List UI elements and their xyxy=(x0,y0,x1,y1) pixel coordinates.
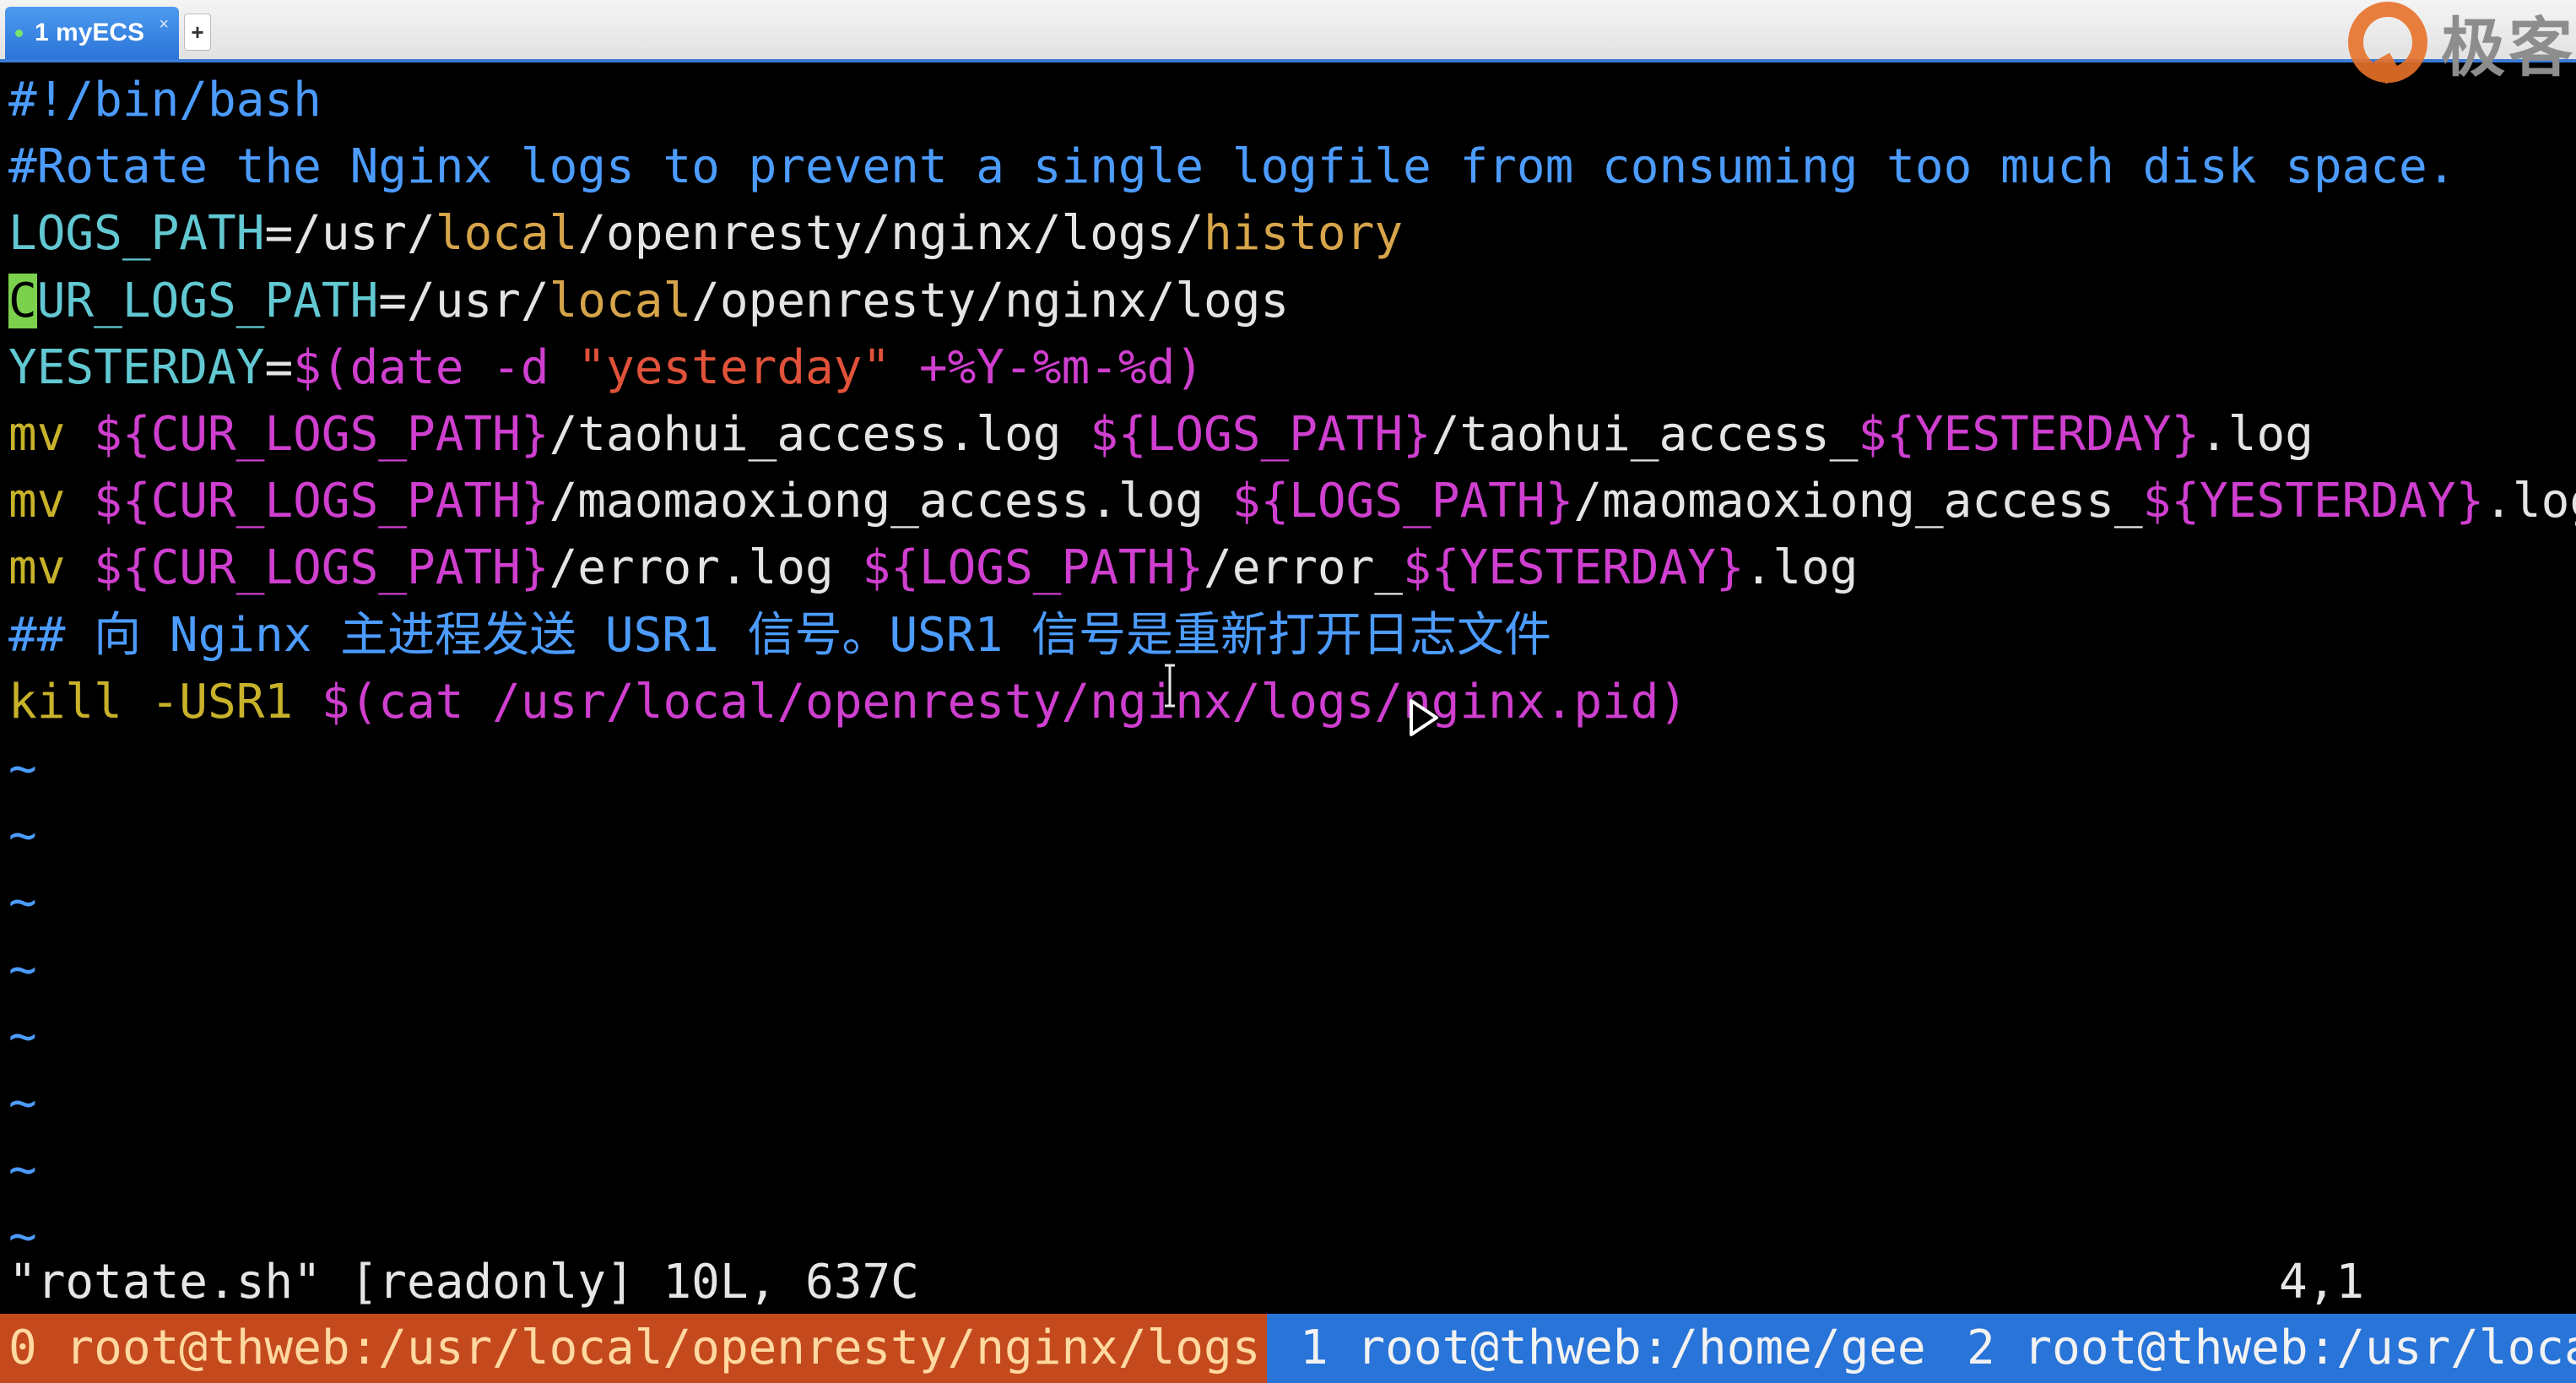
code-token: UR_LOGS_PATH xyxy=(36,273,379,328)
tab-bar: 1 myECS × + xyxy=(0,0,2576,62)
code-token: $(date -d xyxy=(293,339,578,395)
code-token: /error.log xyxy=(549,540,863,596)
code-token: =/usr/ xyxy=(264,206,436,262)
code-token: ${CUR_LOGS_PATH} xyxy=(94,407,549,462)
code-line: #!/bin/bash xyxy=(8,68,322,133)
code-token: ${LOGS_PATH} xyxy=(1231,474,1574,529)
code-token: LOGS_PATH xyxy=(8,206,265,262)
code-token: YESTERDAY xyxy=(8,339,265,395)
empty-line-marker: ~ xyxy=(8,741,37,796)
code-token: ${LOGS_PATH} xyxy=(862,540,1204,596)
code-line: LOGS_PATH=/usr/local/openresty/nginx/log… xyxy=(8,201,1403,266)
text-cursor-icon xyxy=(1165,664,1175,708)
code-line: mv ${CUR_LOGS_PATH}/maomaoxiong_access.l… xyxy=(8,469,2576,534)
code-token: kill -USR1 xyxy=(8,674,322,729)
tmux-status-bar: 0 root@thweb:/usr/local/openresty/nginx/… xyxy=(0,1314,2576,1383)
cursor-position: 4,1 xyxy=(2279,1255,2365,1310)
code-token: ${CUR_LOGS_PATH} xyxy=(94,474,549,529)
code-token: #!/bin/bash xyxy=(8,73,322,127)
code-line: CUR_LOGS_PATH=/usr/local/openresty/nginx… xyxy=(8,268,1289,334)
code-token: "yesterday" xyxy=(577,339,891,395)
code-token: mv xyxy=(8,474,95,529)
vim-command-line: "rotate.sh" [readonly] 10L, 637C xyxy=(8,1255,919,1310)
code-token: ${YESTERDAY} xyxy=(1403,540,1745,596)
code-token: ${CUR_LOGS_PATH} xyxy=(94,540,549,596)
connected-status-icon xyxy=(15,29,23,37)
code-token: ${LOGS_PATH} xyxy=(1090,407,1431,462)
code-token: .log xyxy=(1744,540,1859,596)
code-line: #Rotate the Nginx logs to prevent a sing… xyxy=(8,134,2455,199)
code-token: = xyxy=(264,339,294,395)
code-token: /taohui_access_ xyxy=(1431,407,1859,462)
code-token: /taohui_access.log xyxy=(549,407,1090,462)
code-token: history xyxy=(1204,206,1404,262)
tmux-window-1[interactable]: 1 root@thweb:/home/gee xyxy=(1300,1314,1926,1383)
code-token: /maomaoxiong_access_ xyxy=(1573,474,2143,529)
code-token: ${YESTERDAY} xyxy=(2142,474,2485,529)
code-token: local xyxy=(435,206,578,262)
code-token: ## 向 Nginx 主进程发送 USR1 信号。USR1 信号是重新打开日志文… xyxy=(8,607,1552,663)
empty-line-marker: ~ xyxy=(8,1142,37,1198)
empty-line-marker: ~ xyxy=(8,941,37,997)
code-line: ## 向 Nginx 主进程发送 USR1 信号。USR1 信号是重新打开日志文… xyxy=(8,603,1551,668)
new-tab-button[interactable]: + xyxy=(184,14,211,51)
close-tab-icon[interactable]: × xyxy=(159,15,169,35)
session-tab[interactable]: 1 myECS × xyxy=(5,7,179,59)
code-token: .log xyxy=(2484,474,2576,529)
code-token: local xyxy=(549,273,692,328)
code-token: =/usr/ xyxy=(378,273,549,328)
code-token: ${YESTERDAY} xyxy=(1858,407,2200,462)
empty-line-marker: ~ xyxy=(8,1076,37,1131)
tmux-window-0[interactable]: 0 root@thweb:/usr/local/openresty/nginx/… xyxy=(0,1314,1268,1383)
empty-line-marker: ~ xyxy=(8,1008,37,1064)
empty-line-marker: ~ xyxy=(8,875,37,930)
code-line: mv ${CUR_LOGS_PATH}/taohui_access.log ${… xyxy=(8,402,2314,467)
code-token: $(cat /usr/local/openresty/nginx/logs/ng… xyxy=(321,674,1688,729)
code-line: mv ${CUR_LOGS_PATH}/error.log ${LOGS_PAT… xyxy=(8,535,1859,600)
mouse-pointer-icon xyxy=(1410,699,1438,736)
code-token: #Rotate the Nginx logs to prevent a sing… xyxy=(8,139,2456,195)
code-token: /openresty/nginx/logs xyxy=(691,273,1290,328)
code-line: YESTERDAY=$(date -d "yesterday" +%Y-%m-%… xyxy=(8,335,1204,400)
empty-line-marker: ~ xyxy=(8,808,37,864)
code-token: /error_ xyxy=(1204,540,1404,596)
code-token: mv xyxy=(8,407,95,462)
text-cursor: C xyxy=(8,273,37,328)
code-token: /maomaoxiong_access.log xyxy=(549,474,1232,529)
vim-editor[interactable]: #!/bin/bash #Rotate the Nginx logs to pre… xyxy=(0,62,2576,1314)
code-token: /openresty/nginx/logs/ xyxy=(577,206,1204,262)
code-token: +%Y-%m-%d) xyxy=(890,339,1204,395)
tab-label: 1 myECS xyxy=(35,19,145,46)
code-token: .log xyxy=(2200,407,2314,462)
tmux-window-2[interactable]: 2 root@thweb:/usr/local xyxy=(1967,1314,2576,1383)
code-token: mv xyxy=(8,540,95,596)
